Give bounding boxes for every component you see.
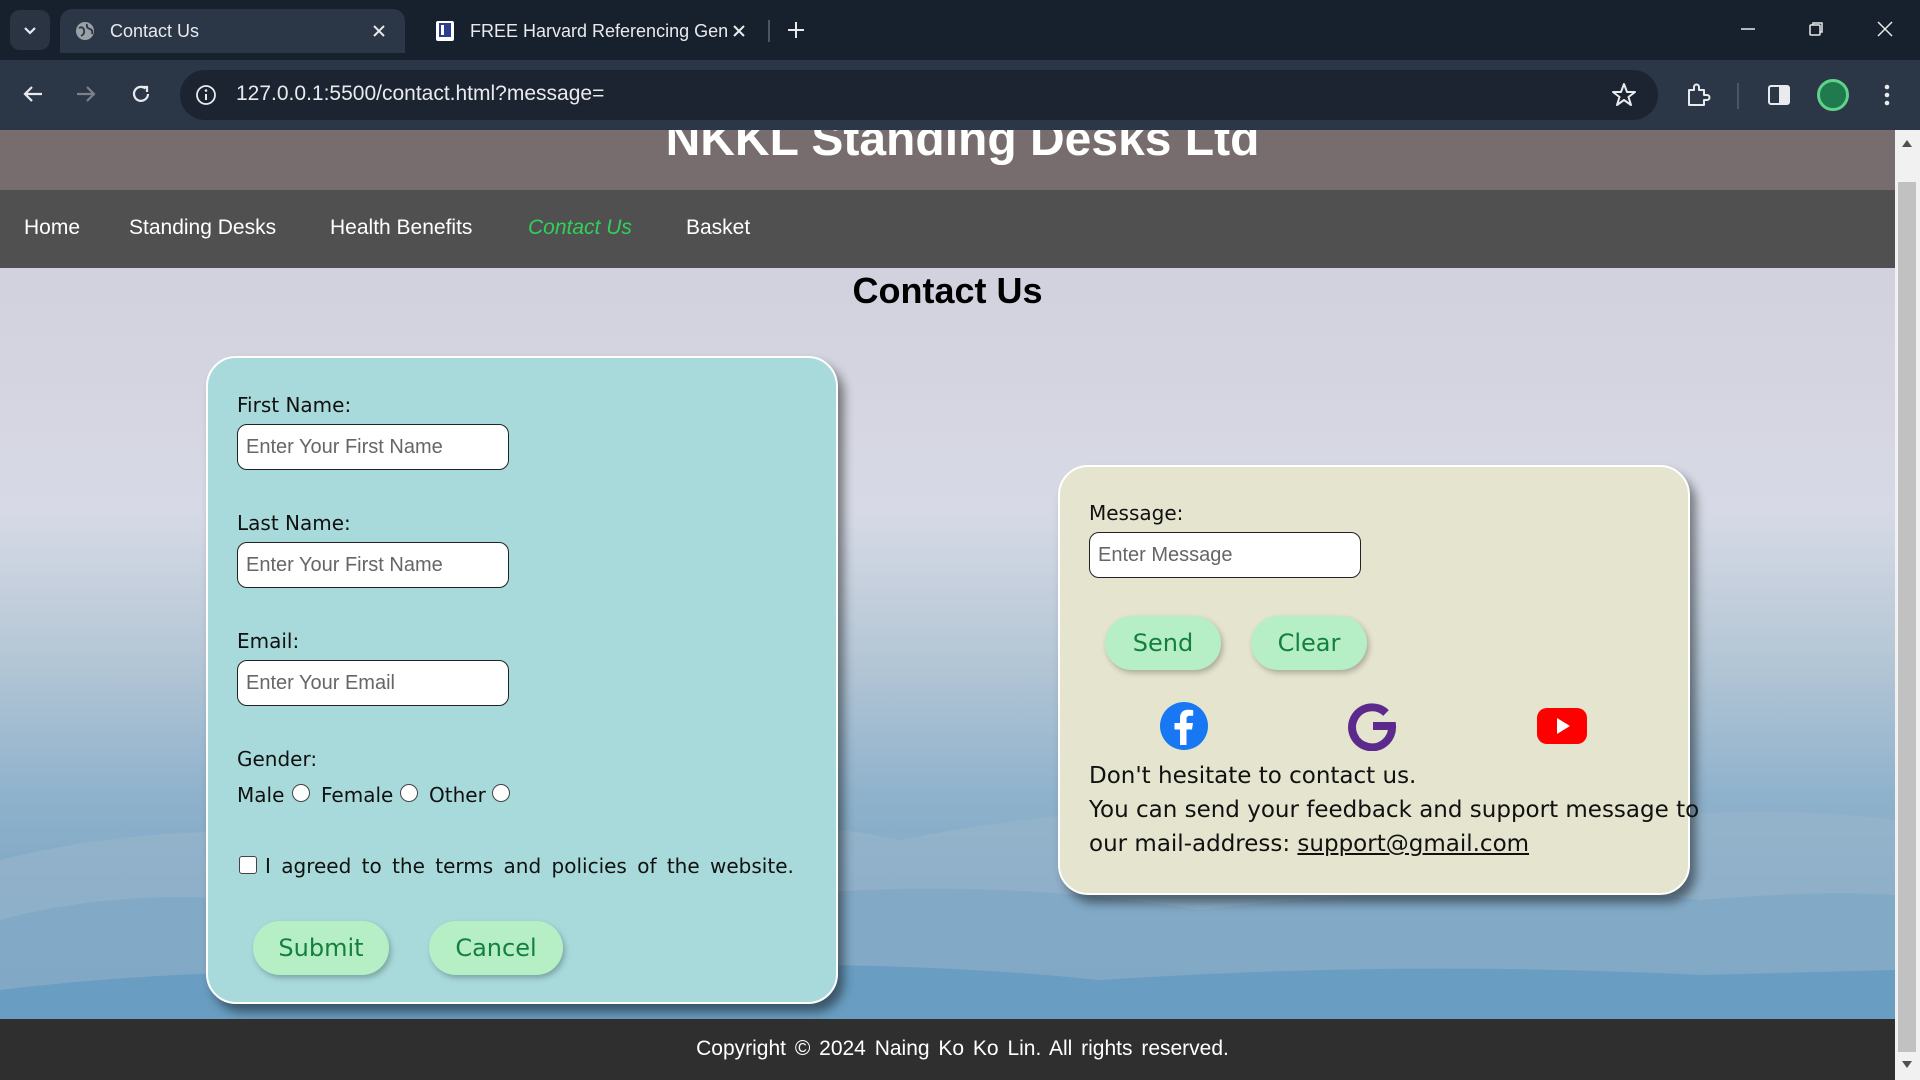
reload-icon[interactable] — [123, 76, 159, 112]
site-footer: Copyright © 2024 Naing Ko Ko Lin. All ri… — [0, 1019, 1895, 1080]
clear-button[interactable]: Clear — [1251, 616, 1367, 670]
plus-icon[interactable] — [782, 16, 810, 44]
submit-button[interactable]: Submit — [253, 921, 389, 975]
google-icon[interactable] — [1346, 700, 1398, 752]
back-icon[interactable] — [15, 76, 51, 112]
tab-harvard-referencing[interactable]: FREE Harvard Referencing Generator — [420, 9, 765, 53]
contact-form-card: First Name: Last Name: Email: Gender: Ma… — [206, 356, 838, 1004]
first-name-label: First Name: — [237, 393, 352, 417]
site-header: NKKL Standing Desks Ltd — [0, 130, 1895, 190]
nav-contact-us[interactable]: Contact Us — [528, 216, 632, 240]
tab-list-icon[interactable] — [10, 10, 50, 50]
book-icon — [434, 20, 456, 42]
facebook-icon[interactable] — [1158, 700, 1210, 752]
site-navigation: Home Standing Desks Health Benefits Cont… — [0, 190, 1895, 268]
extensions-icon[interactable] — [1681, 78, 1715, 112]
nav-health-benefits[interactable]: Health Benefits — [330, 216, 472, 240]
scroll-down-icon[interactable] — [1898, 1056, 1916, 1074]
scroll-up-icon[interactable] — [1898, 134, 1916, 152]
page-viewport: NKKL Standing Desks Ltd Home Standing De… — [0, 130, 1895, 1080]
gender-male-radio[interactable] — [292, 784, 310, 802]
star-icon[interactable] — [1607, 78, 1641, 112]
copyright-text: Copyright © 2024 Naing Ko Ko Lin. All ri… — [696, 1037, 1229, 1060]
tab-contact-us[interactable]: Contact Us — [60, 9, 405, 53]
toolbar-separator — [1737, 83, 1739, 109]
scrollbar-thumb[interactable] — [1898, 182, 1916, 1052]
tab-title: Contact Us — [110, 20, 200, 41]
forward-icon[interactable] — [68, 76, 104, 112]
email-label: Email: — [237, 629, 300, 653]
close-icon[interactable] — [727, 19, 751, 43]
url-text[interactable]: 127.0.0.1:5500/contact.html?message= — [236, 82, 604, 106]
window-close-icon[interactable] — [1870, 14, 1900, 44]
tab-title: FREE Harvard Referencing Generator — [470, 20, 727, 41]
menu-icon[interactable] — [1870, 78, 1904, 112]
first-name-input[interactable] — [237, 424, 509, 470]
youtube-icon[interactable] — [1536, 700, 1588, 752]
restore-icon[interactable] — [1801, 14, 1831, 44]
profile-avatar[interactable] — [1817, 79, 1849, 111]
last-name-label: Last Name: — [237, 511, 351, 535]
site-info-icon[interactable] — [192, 81, 220, 109]
message-input[interactable] — [1089, 532, 1361, 578]
last-name-input[interactable] — [237, 542, 509, 588]
minimize-icon[interactable] — [1733, 14, 1763, 44]
gender-other-radio[interactable] — [492, 784, 510, 802]
mail-address-line: our mail-address: support@gmail.com — [1089, 827, 1529, 861]
gender-other-label: Other — [429, 783, 486, 807]
nav-basket[interactable]: Basket — [686, 216, 750, 240]
message-card: Message: Send Clear Don't hesitate to co… — [1058, 465, 1699, 895]
globe-icon — [74, 20, 96, 42]
nav-home[interactable]: Home — [24, 216, 80, 240]
feedback-text: You can send your feedback and support m… — [1089, 797, 1700, 823]
support-email-link[interactable]: support@gmail.com — [1297, 831, 1529, 857]
page-title: Contact Us — [852, 270, 1043, 311]
gender-label: Gender: — [237, 747, 318, 771]
site-title: NKKL Standing Desks Ltd — [665, 130, 1260, 166]
terms-text: I agreed to the terms and policies of th… — [265, 854, 794, 878]
side-panel-icon[interactable] — [1762, 78, 1796, 112]
gender-female-label: Female — [321, 783, 394, 807]
gender-male-label: Male — [237, 783, 285, 807]
cancel-button[interactable]: Cancel — [429, 921, 563, 975]
close-icon[interactable] — [367, 19, 391, 43]
email-input[interactable] — [237, 660, 509, 706]
contact-invite-text: Don't hesitate to contact us. — [1089, 763, 1417, 789]
nav-standing-desks[interactable]: Standing Desks — [129, 216, 276, 240]
message-label: Message: — [1089, 501, 1184, 525]
terms-checkbox[interactable] — [239, 856, 257, 874]
send-button[interactable]: Send — [1105, 616, 1221, 670]
mail-address-prefix: our mail-address: — [1089, 831, 1298, 857]
gender-female-radio[interactable] — [400, 784, 418, 802]
tab-separator — [768, 20, 770, 42]
